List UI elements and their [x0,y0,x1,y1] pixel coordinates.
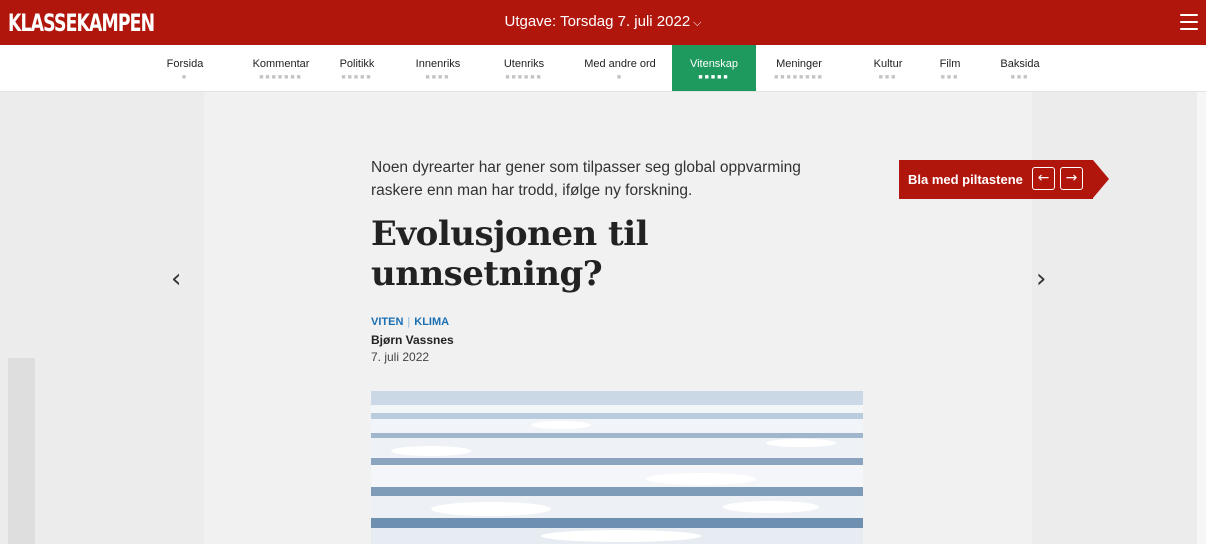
nav-tab-kultur[interactable]: Kultur ■■■ [866,45,910,91]
next-page-edge [1197,92,1206,544]
page-dots: ■■■■■■ [505,74,543,81]
arrow-right-icon[interactable]: → [1060,167,1083,190]
arrow-left-icon[interactable]: ← [1032,167,1055,190]
tag-klima[interactable]: KLIMA [414,316,449,328]
callout-text: Bla med piltastene [908,172,1023,187]
nav-tab-innenriks[interactable]: Innenriks ■■■■ [412,45,464,91]
nav-tab-label: Politikk [339,58,375,70]
nav-tab-utenriks[interactable]: Utenriks ■■■■■■ [496,45,552,91]
page-dots: ■ [181,74,189,81]
page-dots: ■■■■■ [698,74,730,81]
nav-tab-film[interactable]: Film ■■■ [932,45,968,91]
nav-tab-kommentar[interactable]: Kommentar ■■■■■■■ [250,45,312,91]
page-dots: ■■■■■ [341,74,373,81]
nav-tab-label: Film [939,58,961,70]
nav-tab-label: Meninger [776,58,822,70]
nav-tab-vitenskap[interactable]: Vitenskap ■■■■■ [672,45,756,91]
page-dots: ■■■■■■■■ [774,74,824,81]
chevron-right-icon[interactable]: › [1036,264,1046,294]
article-hero-image [371,391,863,544]
previous-page-edge [8,358,35,544]
article-date: 7. juli 2022 [371,350,430,364]
hamburger-menu-icon[interactable] [1180,14,1198,30]
chevron-down-icon[interactable]: ⌵ [693,17,701,29]
keyboard-hint-callout: Bla med piltastene ← → [899,160,1093,199]
nav-tab-label: Kultur [873,58,903,70]
nav-tab-label: Forsida [166,58,204,70]
article-lead: Noen dyrearter har gener som tilpasser s… [371,159,801,199]
tag-separator: | [407,316,411,328]
nav-tab-label: Vitenskap [689,58,739,70]
edition-selector[interactable]: Utgave: Torsdag 7. juli 2022 ⌵ [0,13,1206,30]
nav-tab-med-andre-ord[interactable]: Med andre ord ■ [580,45,660,91]
nav-tab-label: Baksida [1000,58,1040,70]
article-author: Bjørn Vassnes [371,333,454,347]
nav-tab-meninger[interactable]: Meninger ■■■■■■■■ [758,45,840,91]
edition-label[interactable]: Utgave: Torsdag 7. juli 2022 [504,13,690,30]
page-dots: ■■■ [940,74,960,81]
nav-tab-baksida[interactable]: Baksida ■■■ [996,45,1044,91]
nav-tab-label: Kommentar [252,58,310,70]
callout-pointer [1093,160,1109,198]
page-dots: ■■■■ [425,74,451,81]
article-headline[interactable]: Evolusjonen til unnsetning? [371,214,791,294]
nav-tab-politikk[interactable]: Politikk ■■■■■ [336,45,378,91]
chevron-left-icon[interactable]: ‹ [171,264,181,294]
nav-tab-label: Utenriks [503,58,545,70]
section-nav: Forsida ■ Kommentar ■■■■■■■ Politikk ■■■… [0,45,1206,92]
article-tags: VITEN | KLIMA [371,316,449,328]
page-dots: ■■■■■■■ [259,74,303,81]
nav-tab-forsida[interactable]: Forsida ■ [166,45,204,91]
page-dots: ■■■ [878,74,898,81]
nav-tab-label: Innenriks [415,58,461,70]
page-dots: ■ [616,74,624,81]
page-dots: ■■■ [1010,74,1030,81]
top-bar: KLASSEKAMPEN Utgave: Torsdag 7. juli 202… [0,0,1206,45]
nav-tab-label: Med andre ord [584,58,656,70]
tag-viten[interactable]: VITEN [371,316,403,328]
